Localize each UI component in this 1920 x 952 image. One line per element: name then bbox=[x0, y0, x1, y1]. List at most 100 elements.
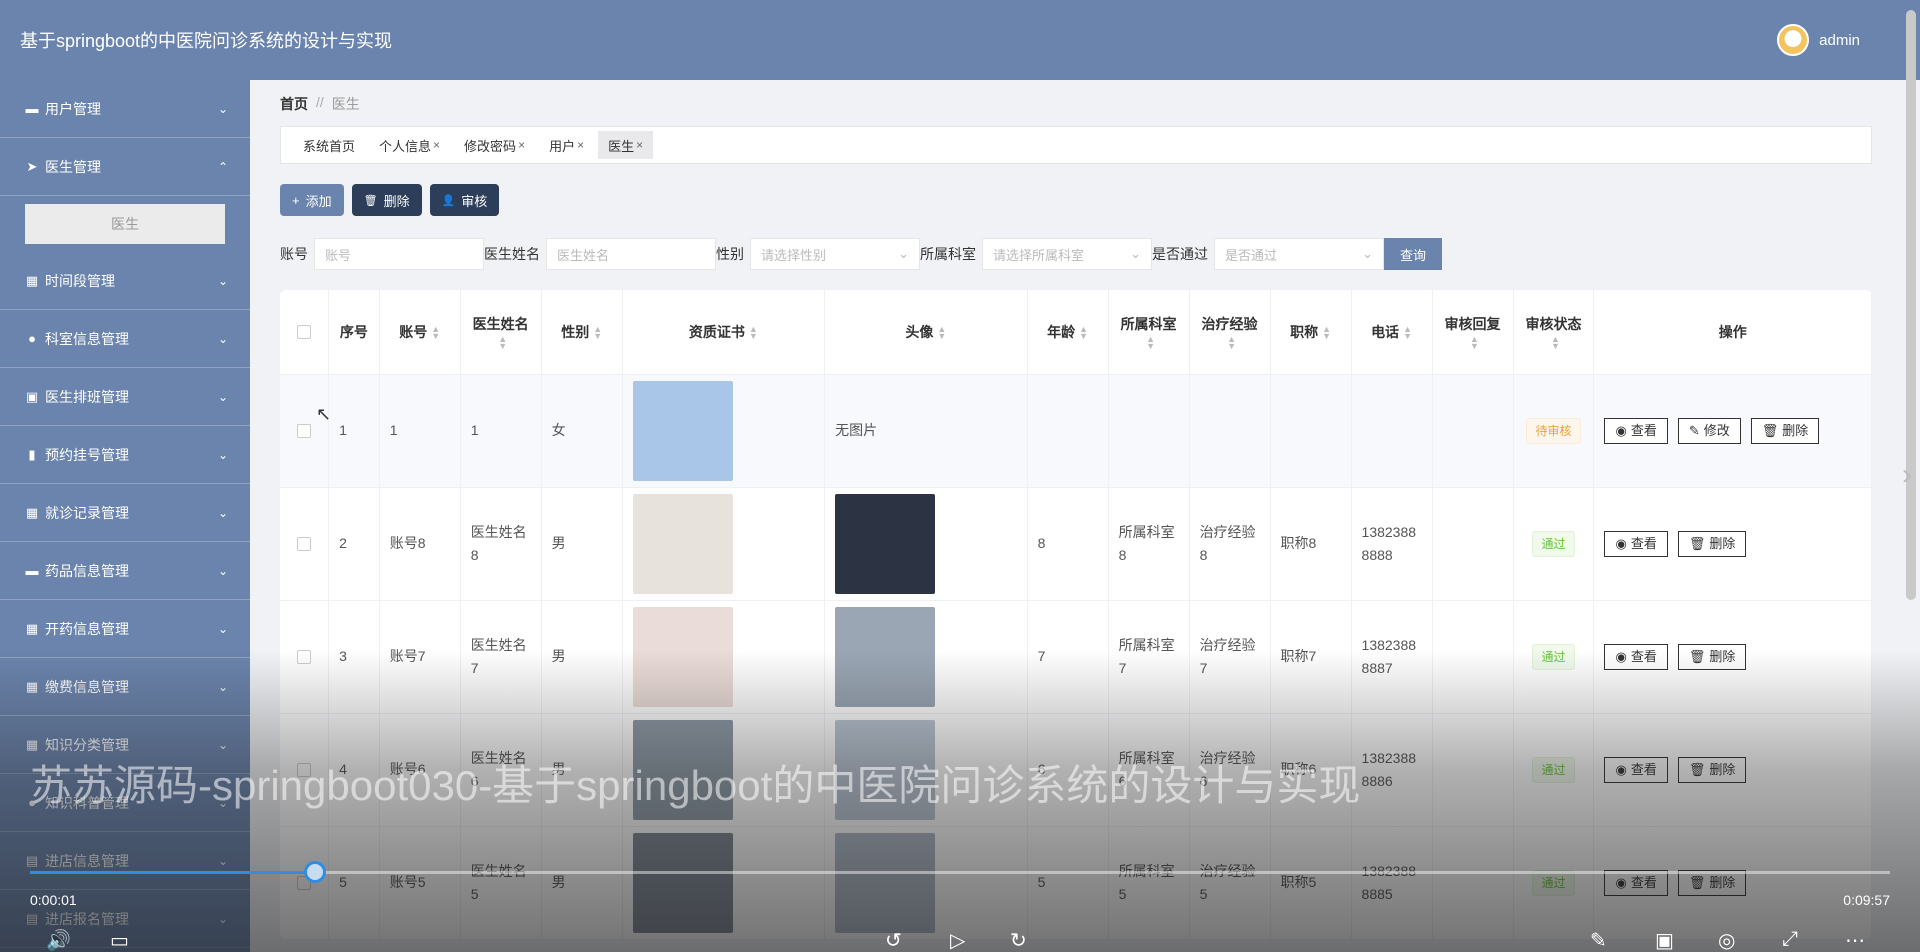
view-button[interactable]: ◉ 查看 bbox=[1604, 530, 1668, 557]
query-button[interactable]: 查询 bbox=[1384, 238, 1443, 270]
sort-icon[interactable]: ▲ ▼ bbox=[593, 325, 602, 341]
miniplayer-icon[interactable]: ▣ bbox=[1655, 928, 1674, 952]
select-cell[interactable] bbox=[280, 826, 330, 940]
video-progress-bar[interactable] bbox=[30, 861, 1890, 883]
cell-cert bbox=[622, 600, 826, 714]
col-header[interactable]: 性别 ▲ ▼ bbox=[541, 290, 623, 375]
sidebar-item[interactable]: ▦ 缴费信息管理 ⌄ bbox=[0, 658, 250, 716]
table-row: 1 1 1 女 无图片 待审核 ◉ 查看 ✎ 修改 🗑 删除 bbox=[280, 374, 1872, 488]
subtitles-icon[interactable]: ▭ bbox=[110, 928, 129, 952]
view-button[interactable]: ◉ 查看 bbox=[1604, 756, 1668, 783]
sidebar-item[interactable]: ▦ 开药信息管理 ⌄ bbox=[0, 600, 250, 658]
row-checkbox[interactable] bbox=[297, 536, 312, 551]
row-checkbox[interactable] bbox=[297, 423, 312, 438]
edit-button[interactable]: ✎ 修改 bbox=[1677, 417, 1741, 444]
audit-button[interactable]: 👤 审核 bbox=[429, 184, 500, 216]
sort-icon[interactable]: ▲ ▼ bbox=[1551, 334, 1560, 350]
view-button[interactable]: ◉ 查看 bbox=[1604, 417, 1668, 444]
scrollbar[interactable] bbox=[1906, 10, 1916, 600]
more-options-icon[interactable]: ⋯ bbox=[1845, 928, 1865, 952]
sidebar-item[interactable]: ▦ 时间段管理 ⌄ bbox=[0, 252, 250, 310]
passed-select[interactable]: 是否通过 ⌄ bbox=[1214, 238, 1384, 270]
view-360-icon[interactable]: ◎ bbox=[1718, 928, 1735, 952]
delete-button[interactable]: 🗑 删除 bbox=[1750, 417, 1820, 444]
sidebar-item[interactable]: ▣ 医生排班管理 ⌄ bbox=[0, 368, 250, 426]
sidebar-item[interactable]: ▮ 预约挂号管理 ⌄ bbox=[0, 426, 250, 484]
close-icon[interactable]: × bbox=[636, 138, 643, 152]
sort-icon[interactable]: ▲ ▼ bbox=[1322, 325, 1331, 341]
col-header[interactable]: 电话 ▲ ▼ bbox=[1351, 290, 1433, 375]
col-label: 审核状态 bbox=[1525, 315, 1582, 332]
fullscreen-icon[interactable]: ⤢ bbox=[1782, 928, 1798, 951]
select-all-cell[interactable] bbox=[280, 290, 330, 375]
forward-30-icon[interactable]: ↻ bbox=[1010, 928, 1027, 952]
row-checkbox[interactable] bbox=[297, 649, 312, 664]
sidebar-item[interactable]: ▤ 进店信息管理 ⌄ bbox=[0, 832, 250, 890]
sidebar-item-label: 就诊记录管理 bbox=[45, 504, 129, 521]
dept-select[interactable]: 请选择所属科室 ⌄ bbox=[982, 238, 1152, 270]
close-icon[interactable]: × bbox=[518, 138, 525, 152]
breadcrumb-home[interactable]: 首页 bbox=[280, 94, 308, 114]
tab-user[interactable]: 用户 × bbox=[539, 131, 594, 159]
account-input[interactable]: 账号 bbox=[314, 238, 484, 270]
sidebar-item[interactable]: ▬ 用户管理 ⌄ bbox=[0, 80, 250, 138]
sidebar-item-label: 科室信息管理 bbox=[45, 330, 129, 347]
tab-password[interactable]: 修改密码 × bbox=[454, 131, 535, 159]
sort-icon[interactable]: ▲ ▼ bbox=[1470, 334, 1479, 350]
delete-label: 删除 bbox=[383, 193, 410, 209]
sidebar-item[interactable]: ▦ 就诊记录管理 ⌄ bbox=[0, 484, 250, 542]
sidebar-item[interactable]: ● 科室信息管理 ⌄ bbox=[0, 310, 250, 368]
sidebar-subitem-doctor[interactable]: 医生 bbox=[25, 204, 225, 244]
user-menu[interactable]: admin bbox=[1777, 24, 1860, 56]
col-header[interactable]: 资质证书 ▲ ▼ bbox=[622, 290, 826, 375]
tab-profile[interactable]: 个人信息 × bbox=[369, 131, 450, 159]
col-header[interactable]: 职称 ▲ ▼ bbox=[1270, 290, 1352, 375]
col-header[interactable]: 年龄 ▲ ▼ bbox=[1027, 290, 1109, 375]
play-icon[interactable]: ▷ bbox=[950, 928, 965, 952]
avatar[interactable] bbox=[1777, 24, 1810, 56]
gender-select[interactable]: 请选择性别 ⌄ bbox=[750, 238, 920, 270]
name-input[interactable]: 医生姓名 bbox=[546, 238, 716, 270]
sort-icon[interactable]: ▲ ▼ bbox=[1146, 334, 1155, 350]
col-header[interactable]: 所属科室 ▲ ▼ bbox=[1108, 290, 1190, 375]
delete-button[interactable]: 🗑 删除 bbox=[1677, 756, 1747, 783]
col-header[interactable]: 治疗经验 ▲ ▼ bbox=[1189, 290, 1271, 375]
grid-icon: ▦ bbox=[25, 678, 39, 694]
sort-icon[interactable]: ▲ ▼ bbox=[937, 325, 946, 341]
tab-home[interactable]: 系统首页 bbox=[293, 131, 365, 159]
delete-button[interactable]: 🗑 删除 bbox=[1677, 530, 1747, 557]
rewind-10-icon[interactable]: ↺ bbox=[885, 928, 902, 952]
col-header[interactable]: 医生姓名 ▲ ▼ bbox=[460, 290, 542, 375]
close-icon[interactable]: × bbox=[577, 138, 584, 152]
add-button[interactable]: + 添加 bbox=[280, 184, 344, 216]
tab-doctor[interactable]: 医生 × bbox=[598, 131, 654, 159]
select-cell[interactable] bbox=[280, 374, 330, 488]
sort-icon[interactable]: ▲ ▼ bbox=[1403, 325, 1412, 341]
delete-button[interactable]: 🗑 删除 bbox=[1677, 643, 1747, 670]
select-all-checkbox[interactable] bbox=[297, 324, 312, 339]
username[interactable]: admin bbox=[1819, 32, 1860, 49]
view-button[interactable]: ◉ 查看 bbox=[1604, 643, 1668, 670]
sort-icon[interactable]: ▲ ▼ bbox=[431, 325, 440, 341]
col-header[interactable]: 头像 ▲ ▼ bbox=[824, 290, 1028, 375]
col-header[interactable]: 账号 ▲ ▼ bbox=[379, 290, 461, 375]
batch-delete-button[interactable]: 🗑 删除 bbox=[351, 184, 422, 216]
sort-icon[interactable]: ▲ ▼ bbox=[1079, 325, 1088, 341]
sidebar-item[interactable]: ➤ 医生管理 ⌃ bbox=[0, 138, 250, 196]
close-icon[interactable]: × bbox=[433, 138, 440, 152]
select-cell[interactable] bbox=[280, 600, 330, 714]
next-arrow-icon[interactable]: › bbox=[1902, 458, 1912, 492]
video-progress-fill bbox=[30, 871, 315, 874]
video-progress-knob[interactable] bbox=[303, 861, 326, 883]
edit-icon[interactable]: ✎ bbox=[1590, 928, 1607, 952]
sort-icon[interactable]: ▲ ▼ bbox=[498, 334, 507, 350]
view-label: 查看 bbox=[1630, 875, 1657, 890]
cell-name: 医生姓名8 bbox=[460, 487, 542, 601]
volume-icon[interactable]: 🔊 bbox=[46, 928, 71, 952]
col-header[interactable]: 审核回复 ▲ ▼ bbox=[1432, 290, 1514, 375]
select-cell[interactable] bbox=[280, 487, 330, 601]
sidebar-item[interactable]: ▬ 药品信息管理 ⌄ bbox=[0, 542, 250, 600]
col-header[interactable]: 审核状态 ▲ ▼ bbox=[1513, 290, 1595, 375]
sort-icon[interactable]: ▲ ▼ bbox=[749, 325, 758, 341]
sort-icon[interactable]: ▲ ▼ bbox=[1227, 334, 1236, 350]
